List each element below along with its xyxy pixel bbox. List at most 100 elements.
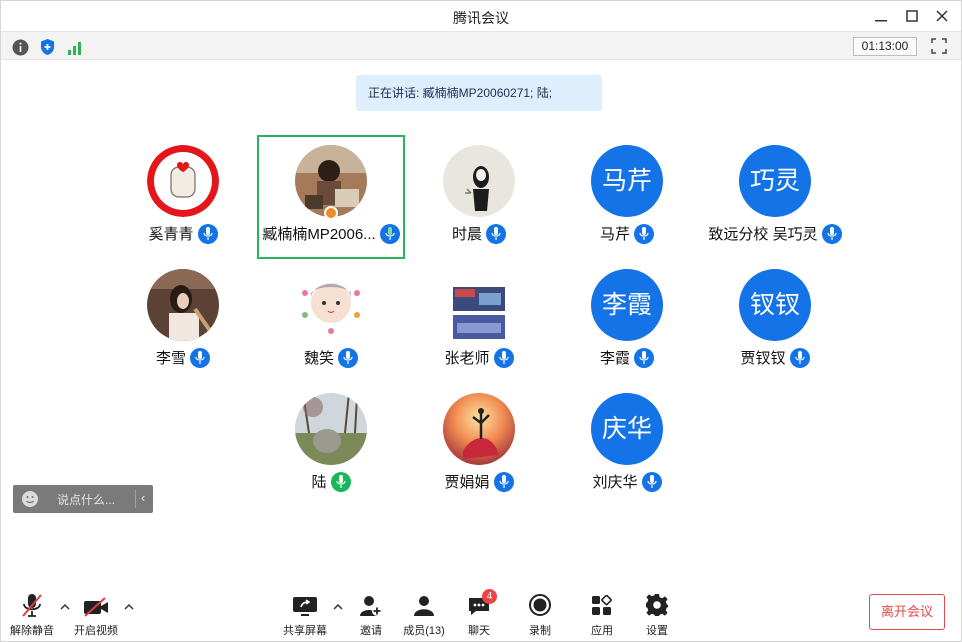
mic-icon <box>197 223 218 244</box>
avatar: 钗钗 <box>739 269 811 341</box>
participant-name: 李霞 <box>599 350 630 367</box>
avatar <box>147 269 219 341</box>
participant-name-row: 致远分校 吴巧灵 <box>701 223 849 244</box>
info-icon[interactable] <box>11 38 29 56</box>
participant-name-row: 贾娟娟 <box>405 471 553 492</box>
minimize-icon <box>875 20 887 22</box>
mic-icon <box>379 223 400 244</box>
participant-name-row: 陆 <box>257 471 405 492</box>
participant-name-row: 刘庆华 <box>553 471 701 492</box>
participant-tile[interactable]: 李霞 李霞 <box>553 259 701 383</box>
close-button[interactable] <box>928 5 956 27</box>
participant-tile[interactable]: 时晨 <box>405 135 553 259</box>
record-button[interactable]: 录制 <box>513 591 567 637</box>
participant-name-row: 李霞 <box>553 347 701 368</box>
participant-name: 臧楠楠MP2006... <box>262 226 376 243</box>
participant-name-row: 奚青青 <box>109 223 257 244</box>
share-screen-icon <box>278 591 332 617</box>
participant-tile[interactable]: 马芹 马芹 <box>553 135 701 259</box>
participant-name-row: 张老师 <box>405 347 553 368</box>
participant-tile[interactable]: 张老师 <box>405 259 553 383</box>
start-video-label: 开启视频 <box>74 625 118 637</box>
fullscreen-icon[interactable] <box>931 38 949 56</box>
meeting-window: 腾讯会议 01:13:00 正在讲话: 臧楠楠MP20060271; 陆; 奚青… <box>0 0 962 642</box>
avatar: 庆华 <box>591 393 663 465</box>
participant-name-row: 贾钗钗 <box>701 347 849 368</box>
leave-meeting-button[interactable]: 离开会议 <box>869 594 945 630</box>
participant-tile[interactable]: 钗钗 贾钗钗 <box>701 259 849 383</box>
members-icon <box>397 591 451 617</box>
mic-icon <box>330 471 351 492</box>
signal-icon[interactable] <box>66 38 84 56</box>
participant-tile[interactable]: 奚青青 <box>109 135 257 259</box>
camera-off-icon <box>69 591 123 617</box>
maximize-icon <box>906 10 918 22</box>
share-options-chevron-icon[interactable] <box>332 601 344 613</box>
bottom-toolbar: 解除静音 开启视频 共享屏幕 邀请 成员(13) 4 聊天 录制 应用 设置 <box>1 585 961 641</box>
chat-label: 聊天 <box>468 625 490 637</box>
chat-bubble-icon <box>452 591 506 617</box>
chat-button[interactable]: 4 聊天 <box>452 589 506 637</box>
avatar <box>443 393 515 465</box>
share-screen-button[interactable]: 共享屏幕 <box>278 591 332 637</box>
participant-tile[interactable]: 魏笑 <box>257 259 405 383</box>
share-screen-label: 共享屏幕 <box>283 625 327 637</box>
participant-tile-active[interactable]: 臧楠楠MP2006... <box>257 135 405 259</box>
minimize-button[interactable] <box>867 5 895 27</box>
apps-grid-icon <box>575 591 629 617</box>
participant-name-row: 臧楠楠MP2006... <box>259 223 403 244</box>
participant-name: 陆 <box>311 474 327 491</box>
settings-button[interactable]: 设置 <box>630 591 684 637</box>
speaking-banner: 正在讲话: 臧楠楠MP20060271; 陆; <box>356 75 602 111</box>
invite-button[interactable]: 邀请 <box>344 591 398 637</box>
mic-icon <box>338 347 358 368</box>
video-options-chevron-icon[interactable] <box>123 601 135 613</box>
participant-name: 时晨 <box>451 226 482 243</box>
record-icon <box>513 591 567 617</box>
participant-tile[interactable]: 庆华 刘庆华 <box>553 383 701 507</box>
chat-placeholder: 说点什么... <box>57 493 116 507</box>
participant-name-row: 李雪 <box>109 347 257 368</box>
participant-name: 张老师 <box>444 350 490 367</box>
divider <box>135 490 136 508</box>
participant-name: 刘庆华 <box>592 474 638 491</box>
participant-tile[interactable]: 陆 <box>257 383 405 507</box>
chat-input[interactable]: 说点什么... ‹ <box>13 485 153 513</box>
participant-tile[interactable]: 巧灵 致远分校 吴巧灵 <box>701 135 849 259</box>
avatar: 李霞 <box>591 269 663 341</box>
mic-muted-icon <box>5 591 59 617</box>
collapse-chevron-icon[interactable]: ‹ <box>141 490 145 505</box>
unmute-label: 解除静音 <box>10 625 54 637</box>
settings-label: 设置 <box>646 625 668 637</box>
gear-icon <box>630 591 684 617</box>
participant-tile[interactable]: 贾娟娟 <box>405 383 553 507</box>
unmute-button[interactable]: 解除静音 <box>5 591 59 637</box>
emoji-icon[interactable] <box>21 490 39 508</box>
status-bar: 01:13:00 <box>1 31 961 60</box>
avatar: 巧灵 <box>739 145 811 217</box>
participant-name: 奚青青 <box>148 226 194 243</box>
host-badge-icon <box>324 206 338 220</box>
avatar <box>443 269 515 341</box>
participant-name: 马芹 <box>599 226 630 243</box>
avatar <box>295 393 367 465</box>
start-video-button[interactable]: 开启视频 <box>69 591 123 637</box>
avatar <box>443 145 515 217</box>
participant-name: 魏笑 <box>303 350 334 367</box>
apps-button[interactable]: 应用 <box>575 591 629 637</box>
maximize-button[interactable] <box>898 5 926 27</box>
participant-tile[interactable]: 李雪 <box>109 259 257 383</box>
mic-icon <box>493 347 514 368</box>
members-button[interactable]: 成员(13) <box>397 591 451 637</box>
title-bar: 腾讯会议 <box>1 1 961 31</box>
mic-icon <box>634 223 654 244</box>
mic-icon <box>821 223 842 244</box>
security-shield-icon[interactable] <box>38 38 56 56</box>
invite-label: 邀请 <box>360 625 382 637</box>
participant-name: 李雪 <box>155 350 186 367</box>
avatar <box>295 269 367 341</box>
participant-name-row: 魏笑 <box>257 347 405 368</box>
participant-name-row: 马芹 <box>553 223 701 244</box>
avatar: 马芹 <box>591 145 663 217</box>
mic-icon <box>190 347 210 368</box>
